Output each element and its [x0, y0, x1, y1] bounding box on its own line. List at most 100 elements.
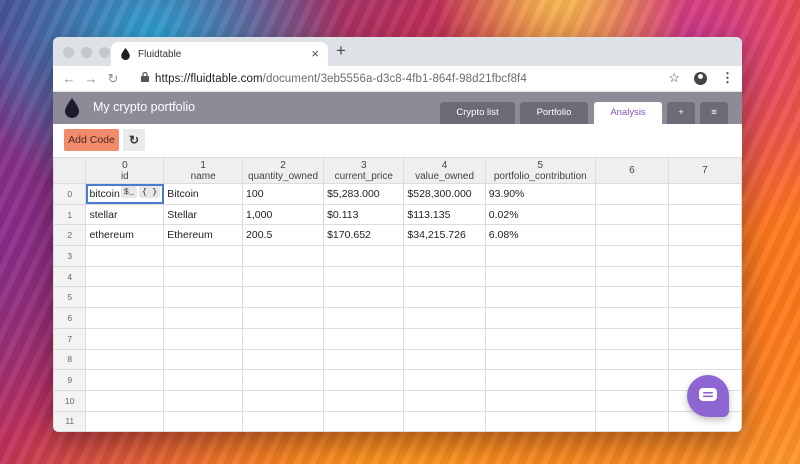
back-arrow-icon[interactable]: ← — [59, 71, 79, 87]
tab-portfolio[interactable]: Portfolio — [520, 102, 588, 124]
grid-cell[interactable] — [594, 348, 669, 371]
grid-cell[interactable] — [85, 286, 165, 309]
grid-cell[interactable] — [323, 245, 405, 267]
grid-corner[interactable] — [53, 157, 87, 184]
grid-cell[interactable]: 6.08% — [484, 224, 596, 247]
grid-cell[interactable]: 0.02% — [484, 203, 596, 226]
column-header[interactable]: 0 id — [85, 157, 165, 184]
grid-cell[interactable] — [323, 348, 405, 371]
column-header[interactable]: 7 — [667, 157, 742, 184]
grid-cell[interactable] — [667, 348, 742, 371]
selected-cell[interactable]: bitcoin $_{ } — [85, 183, 165, 205]
grid-cell[interactable]: 100 — [242, 183, 325, 205]
grid-cell[interactable] — [242, 307, 325, 329]
grid-cell[interactable] — [242, 286, 325, 309]
grid-cell[interactable] — [667, 307, 742, 329]
grid-cell[interactable]: $170.652 — [323, 224, 405, 247]
grid-cell[interactable] — [403, 327, 486, 350]
grid-cell[interactable] — [484, 348, 596, 371]
add-code-button[interactable]: Add Code — [64, 129, 119, 151]
grid-cell[interactable] — [163, 348, 244, 371]
grid-cell[interactable] — [163, 410, 244, 432]
profile-avatar-icon[interactable] — [694, 71, 707, 85]
row-header[interactable]: 1 — [53, 203, 87, 226]
grid-cell[interactable] — [484, 389, 596, 412]
row-header[interactable]: 8 — [53, 348, 87, 371]
grid-cell[interactable]: $5,283.000 — [323, 183, 405, 205]
grid-cell[interactable] — [403, 286, 486, 309]
new-tab-button[interactable]: + — [336, 41, 346, 61]
python-code-badge[interactable]: $_ — [120, 186, 137, 198]
grid-cell[interactable] — [85, 265, 165, 288]
column-header[interactable]: 1 name — [163, 157, 244, 184]
grid-cell[interactable] — [323, 410, 405, 432]
reload-icon[interactable]: ↻ — [103, 71, 123, 87]
row-header[interactable]: 10 — [53, 389, 87, 412]
grid-cell[interactable] — [484, 369, 596, 391]
column-header[interactable]: 4 value_owned — [403, 157, 486, 184]
grid-cell[interactable] — [403, 369, 486, 391]
maximize-window-button[interactable] — [99, 47, 110, 58]
grid-cell[interactable] — [323, 327, 405, 350]
grid-cell[interactable]: $528,300.000 — [403, 183, 486, 205]
grid-cell[interactable] — [163, 389, 244, 412]
close-window-button[interactable] — [63, 47, 74, 58]
column-header[interactable]: 6 — [594, 157, 669, 184]
row-header[interactable]: 4 — [53, 265, 87, 288]
forward-arrow-icon[interactable]: → — [81, 71, 101, 87]
grid-cell[interactable]: Stellar — [163, 203, 244, 226]
grid-cell[interactable] — [85, 245, 165, 267]
grid-cell[interactable] — [667, 265, 742, 288]
grid-cell[interactable] — [594, 183, 669, 205]
grid-cell[interactable] — [403, 307, 486, 329]
grid-cell[interactable] — [667, 327, 742, 350]
grid-cell[interactable] — [323, 265, 405, 288]
grid-cell[interactable] — [323, 389, 405, 412]
grid-cell[interactable] — [85, 348, 165, 371]
grid-cell[interactable] — [85, 410, 165, 432]
grid-cell[interactable] — [403, 348, 486, 371]
grid-cell[interactable] — [484, 265, 596, 288]
grid-cell[interactable] — [242, 389, 325, 412]
grid-cell[interactable] — [594, 307, 669, 329]
grid-cell[interactable] — [484, 327, 596, 350]
grid-cell[interactable] — [163, 327, 244, 350]
grid-cell[interactable] — [594, 327, 669, 350]
sheets-menu-button[interactable]: ≡ — [700, 102, 728, 124]
grid-cell[interactable] — [242, 348, 325, 371]
grid-cell[interactable]: 200.5 — [242, 224, 325, 247]
grid-cell[interactable]: stellar — [85, 203, 165, 226]
grid-cell[interactable] — [667, 183, 742, 205]
row-header[interactable]: 7 — [53, 327, 87, 350]
grid-cell[interactable] — [594, 203, 669, 226]
grid-cell[interactable] — [163, 265, 244, 288]
fill-handle[interactable] — [161, 201, 163, 204]
address-bar[interactable]: https://fluidtable.com/document/3eb5556a… — [155, 73, 527, 85]
json-code-badge[interactable]: { } — [138, 186, 161, 198]
grid-cell[interactable] — [484, 410, 596, 432]
grid-cell[interactable]: Bitcoin — [163, 183, 244, 205]
grid-cell[interactable] — [484, 245, 596, 267]
grid-cell[interactable] — [594, 265, 669, 288]
grid-cell[interactable] — [85, 389, 165, 412]
chat-support-button[interactable] — [687, 375, 729, 417]
grid-cell[interactable] — [323, 307, 405, 329]
grid-cell[interactable]: $34,215.726 — [403, 224, 486, 247]
column-header[interactable]: 3 current_price — [323, 157, 405, 184]
refresh-icon[interactable]: ↻ — [123, 129, 145, 151]
grid-cell[interactable] — [484, 307, 596, 329]
row-header[interactable]: 9 — [53, 369, 87, 391]
grid-cell[interactable] — [667, 203, 742, 226]
row-header[interactable]: 2 — [53, 224, 87, 247]
grid-cell[interactable]: 93.90% — [484, 183, 596, 205]
row-header[interactable]: 11 — [53, 410, 87, 432]
column-header[interactable]: 5 portfolio_contribution — [484, 157, 596, 184]
grid-cell[interactable] — [594, 410, 669, 432]
grid-cell[interactable] — [85, 307, 165, 329]
grid-cell[interactable]: ethereum — [85, 224, 165, 247]
grid-cell[interactable] — [323, 369, 405, 391]
tab-crypto-list[interactable]: Crypto list — [440, 102, 515, 124]
grid-cell[interactable] — [594, 389, 669, 412]
grid-cell[interactable] — [163, 307, 244, 329]
row-header[interactable]: 0 — [53, 183, 87, 205]
